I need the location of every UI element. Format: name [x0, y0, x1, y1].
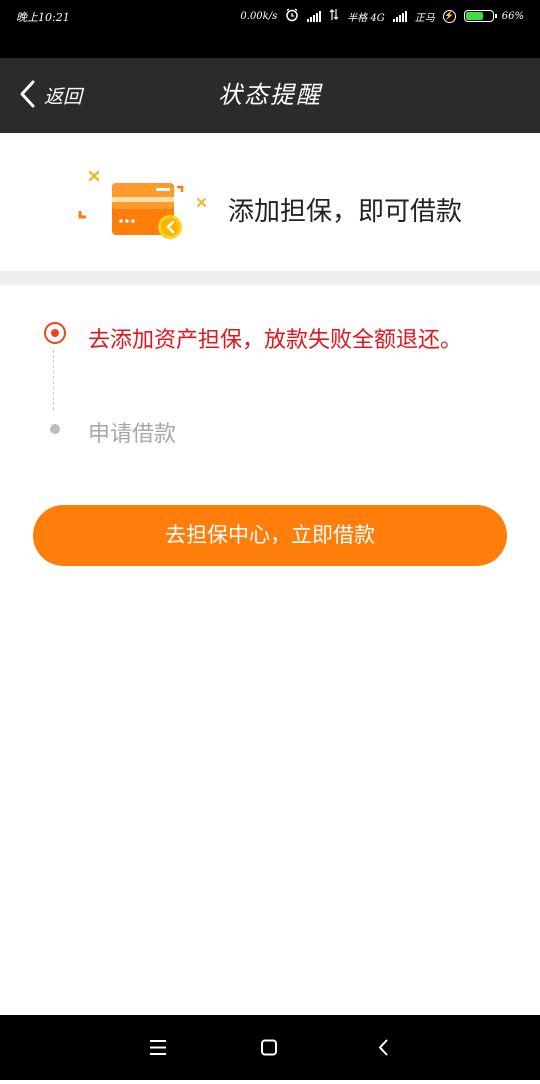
battery-percent: 66%	[501, 10, 524, 22]
card-illustration-icon	[76, 169, 214, 249]
battery-icon	[463, 10, 497, 22]
alarm-icon	[285, 7, 299, 25]
back-chevron-icon	[378, 1039, 388, 1056]
banner-message: 添加担保，即可借款	[228, 197, 463, 227]
back-label: 返回	[44, 86, 83, 108]
status-bar: 晚上10:21 0.00k/s 半格 4G 正马 ⚡ 66%	[0, 0, 540, 58]
step-inactive-indicator-icon	[50, 424, 60, 434]
back-chevron-icon	[18, 79, 36, 113]
status-time: 晚上10:21	[16, 11, 70, 24]
app-header: 状态提醒 返回	[0, 58, 540, 133]
back-button[interactable]: 返回	[18, 58, 82, 133]
step-2-label: 申请借款	[88, 422, 177, 447]
menu-button[interactable]	[128, 1015, 188, 1080]
menu-icon	[150, 1040, 166, 1055]
system-back-button[interactable]	[353, 1015, 413, 1080]
home-button[interactable]	[239, 1015, 299, 1080]
step-connector	[53, 350, 54, 410]
step-1-label: 去添加资产担保，放款失败全额退还。	[88, 328, 463, 353]
system-nav-bar	[0, 1015, 540, 1080]
charging-icon: ⚡	[442, 9, 456, 23]
signal-icon	[307, 10, 322, 22]
status-banner: 添加担保，即可借款	[0, 133, 540, 271]
carrier-1: 半格 4G	[347, 12, 385, 24]
home-square-icon	[261, 1039, 277, 1056]
step-active-indicator-icon	[44, 322, 66, 344]
data-transfer-icon	[329, 8, 339, 24]
status-icons: 0.00k/s 半格 4G 正马 ⚡ 66%	[240, 7, 524, 25]
section-divider	[0, 271, 540, 285]
signal-icon-2	[392, 10, 407, 22]
carrier-2: 正马	[414, 12, 435, 24]
network-speed: 0.00k/s	[240, 10, 278, 22]
go-to-guarantee-center-button[interactable]: 去担保中心，立即借款	[33, 505, 507, 566]
